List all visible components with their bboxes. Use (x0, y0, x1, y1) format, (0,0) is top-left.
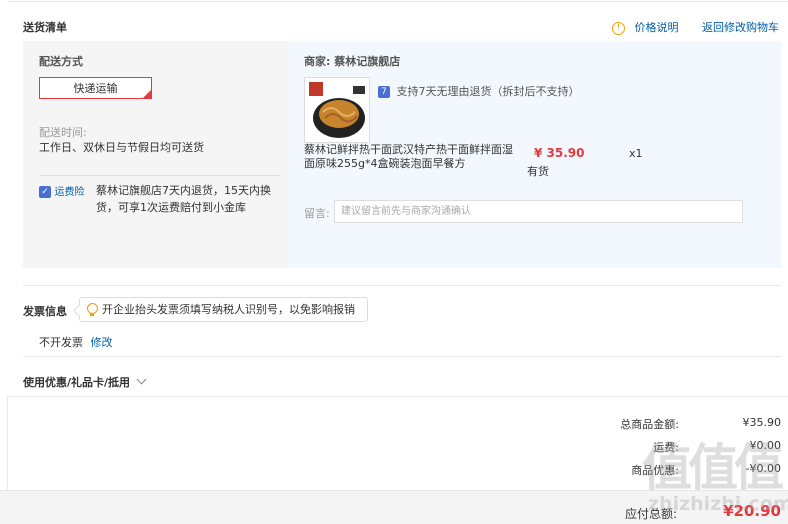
section-title: 送货清单 (23, 21, 67, 34)
chevron-down-icon (136, 374, 147, 385)
stock-status: 有货 (527, 165, 549, 178)
shipping-method-label: 配送方式 (39, 55, 83, 68)
order-bottom-divider (8, 396, 788, 397)
express-shipping-option[interactable]: 快递运输 (39, 77, 152, 99)
coupon-label: 使用优惠/礼品卡/抵用 (23, 376, 131, 389)
invoice-status: 不开发票 修改 (39, 334, 113, 350)
return-policy-text: 支持7天无理由退货（拆封后不支持） (396, 85, 580, 98)
insurance-label: 运费险 (54, 187, 85, 198)
selected-corner-icon (143, 90, 151, 98)
top-divider (8, 1, 788, 2)
info-icon: ! (612, 21, 625, 35)
shipping-divider (39, 175, 281, 176)
price-info-link[interactable]: ! 价格说明 (612, 19, 679, 35)
product-price: ¥ 35.90 (534, 146, 585, 160)
invoice-tip: 开企业抬头发票须填写纳税人识别号，以免影响报销 (73, 297, 368, 322)
noodle-bowl-icon (305, 78, 369, 142)
product-title[interactable]: 蔡林记鲜拌热干面武汉特产热干面鲜拌面湿面原味255g*4盒碗装泡面早餐方 (304, 143, 522, 171)
price-info-label: 价格说明 (634, 21, 679, 34)
invoice-modify-link[interactable]: 修改 (91, 336, 113, 349)
watermark-site: zhizhizhi.com (648, 493, 788, 515)
invoice-tip-text: 开企业抬头发票须填写纳税人识别号，以免影响报销 (102, 303, 355, 316)
insurance-badge[interactable]: ✓ 运费险 (39, 183, 85, 198)
message-input[interactable]: 建议留言前先与商家沟通确认 (334, 200, 743, 223)
return-policy-icon: 7 (378, 86, 390, 98)
product-quantity: x1 (629, 147, 643, 160)
express-shipping-label: 快递运输 (73, 82, 118, 95)
merchant-label-text: 商家: (304, 55, 331, 68)
back-to-cart-link[interactable]: 返回修改购物车 (702, 19, 779, 35)
invoice-divider (23, 285, 781, 286)
lightbulb-icon (87, 303, 98, 316)
message-label: 留言: (304, 207, 330, 220)
coupon-toggle[interactable]: 使用优惠/礼品卡/抵用 (23, 374, 147, 390)
invoice-value: 不开发票 (39, 336, 83, 349)
delivery-time-value: 工作日、双休日与节假日均可送货 (39, 141, 204, 154)
insurance-icon: ✓ (39, 186, 51, 198)
watermark-glyphs: 值值值 (642, 439, 784, 497)
invoice-title: 发票信息 (23, 305, 67, 318)
product-image[interactable] (304, 77, 370, 143)
insurance-text: 蔡林记旗舰店7天内退货，15天内换货，可享1次运费赔付到小金库 (96, 184, 271, 214)
coupon-divider (23, 356, 781, 357)
delivery-time-label: 配送时间: (39, 126, 87, 139)
merchant-name: 蔡林记旗舰店 (334, 55, 401, 68)
merchant-label: 商家: 蔡林记旗舰店 (304, 53, 400, 69)
return-policy: 7 支持7天无理由退货（拆封后不支持） (378, 83, 580, 99)
tip-arrow (73, 304, 86, 317)
left-border (7, 396, 8, 490)
